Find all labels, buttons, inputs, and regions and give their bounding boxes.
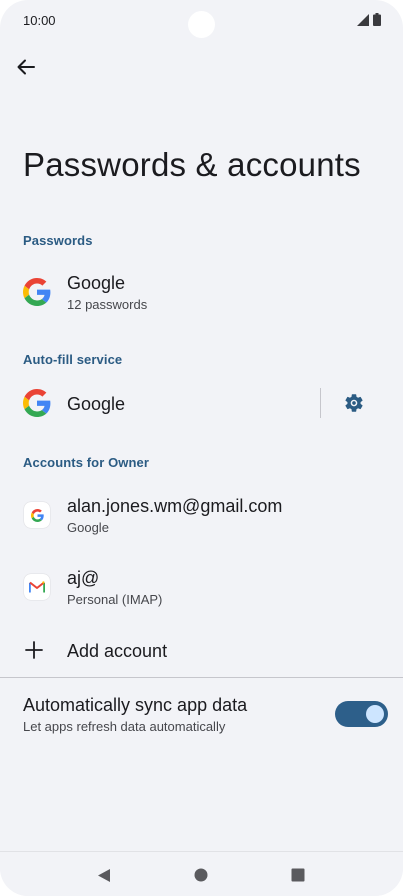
passwords-google-title: Google — [67, 273, 126, 293]
nav-recents-button[interactable] — [288, 865, 308, 885]
google-g-icon — [23, 389, 51, 417]
envelope-icon — [29, 581, 45, 593]
status-time: 10:00 — [23, 13, 56, 28]
triangle-back-icon — [98, 868, 110, 882]
circle-home-icon — [194, 868, 208, 882]
gmail-icon — [24, 574, 50, 600]
account-type: Google — [67, 520, 109, 535]
account-email: alan.jones.wm@gmail.com — [67, 496, 283, 516]
signal-icon — [357, 13, 369, 26]
battery-icon — [373, 13, 381, 26]
status-bar: 10:00 — [0, 0, 403, 40]
back-button[interactable] — [11, 52, 41, 82]
autofill-settings-button[interactable] — [340, 389, 368, 417]
camera-cutout — [188, 11, 215, 38]
add-account-label: Add account — [67, 641, 168, 661]
nav-back-button[interactable] — [94, 865, 114, 885]
google-account-icon — [24, 502, 50, 528]
sync-title: Automatically sync app data — [23, 695, 248, 715]
screen: 10:00 Passwords & accounts Passwords Goo… — [0, 0, 403, 896]
account-email: aj@ — [67, 568, 100, 588]
section-divider — [0, 677, 403, 678]
passwords-google-subtitle: 12 passwords — [67, 297, 148, 312]
account-row-google[interactable]: alan.jones.wm@gmail.com Google — [0, 484, 403, 546]
section-header-accounts: Accounts for Owner — [23, 455, 150, 470]
account-row-imap[interactable]: aj@ Personal (IMAP) — [0, 556, 403, 618]
page-title: Passwords & accounts — [23, 146, 361, 183]
autofill-google-title: Google — [67, 394, 126, 414]
sync-toggle[interactable] — [335, 701, 388, 727]
autofill-google-row[interactable]: Google — [0, 381, 310, 427]
plus-icon — [25, 641, 43, 659]
google-g-icon — [23, 278, 51, 306]
autofill-divider — [320, 388, 321, 418]
status-icons — [357, 13, 381, 26]
add-account-button[interactable]: Add account — [0, 628, 403, 674]
sync-subtitle: Let apps refresh data automatically — [23, 719, 226, 734]
arrow-back-icon — [17, 59, 35, 75]
toggle-knob — [366, 705, 384, 723]
account-type: Personal (IMAP) — [67, 592, 163, 607]
nav-home-button[interactable] — [191, 865, 211, 885]
section-header-autofill: Auto-fill service — [23, 352, 123, 367]
navigation-bar — [0, 851, 403, 896]
square-recents-icon — [291, 868, 305, 882]
section-header-passwords: Passwords — [23, 233, 93, 248]
passwords-google-row[interactable]: Google 12 passwords — [0, 262, 403, 324]
google-g-icon — [30, 508, 44, 522]
gear-icon — [345, 394, 363, 412]
